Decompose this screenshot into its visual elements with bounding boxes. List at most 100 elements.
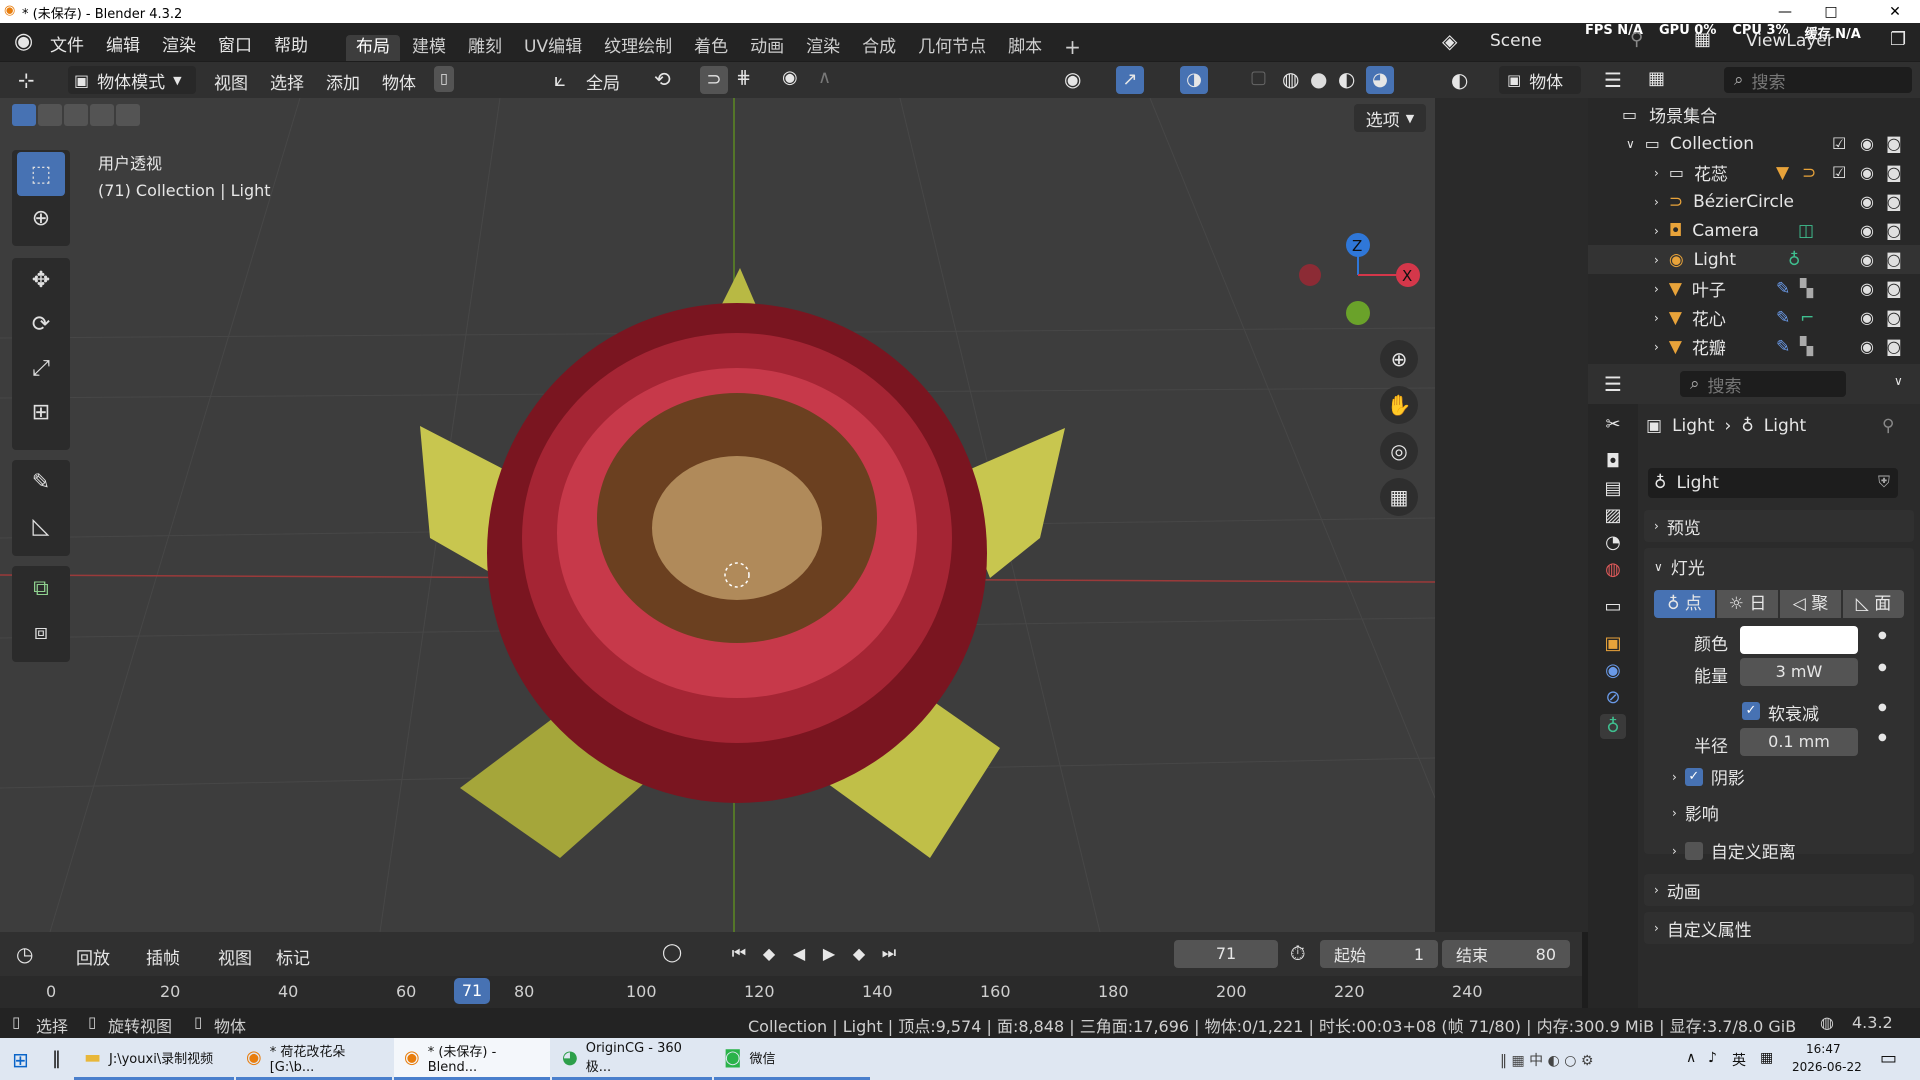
- scale-tool-icon[interactable]: ⤢: [17, 346, 65, 390]
- tab-rendering[interactable]: 渲染: [796, 35, 850, 61]
- camera-render-icon[interactable]: ◙: [1886, 163, 1902, 182]
- add-cube-tool-icon[interactable]: ⧉: [17, 566, 65, 610]
- ortho-grid-icon[interactable]: ▦: [1380, 478, 1418, 516]
- taskbar-app-explorer[interactable]: ▬ J:\youxi\录制视频: [74, 1038, 234, 1080]
- camera-render-icon[interactable]: ◙: [1886, 337, 1902, 356]
- eye-icon[interactable]: ◉: [1860, 163, 1874, 182]
- select-box-tool-icon[interactable]: ⬚: [17, 152, 65, 196]
- tab-sculpting[interactable]: 雕刻: [458, 35, 512, 61]
- chevron-right-icon[interactable]: ›: [1654, 195, 1659, 209]
- tab-texture-paint[interactable]: 纹理绘制: [594, 35, 682, 61]
- outliner-icon[interactable]: ☰: [1604, 68, 1622, 92]
- outliner-item-huaban[interactable]: › ▼ 花瓣 ✎ ▚ ◉ ◙: [1588, 332, 1920, 361]
- tab-geometry-nodes[interactable]: 几何节点: [908, 35, 996, 61]
- camera-view-icon[interactable]: ◎: [1380, 432, 1418, 470]
- checkbox-icon[interactable]: ☑: [1832, 163, 1846, 182]
- custom-distance-subpanel[interactable]: › 自定义距离: [1672, 838, 1796, 863]
- render-tab-icon[interactable]: ◘: [1606, 451, 1620, 472]
- pin-icon[interactable]: ⚲: [1882, 416, 1894, 436]
- menu-help[interactable]: 帮助: [274, 31, 308, 56]
- menu-object[interactable]: 物体: [382, 69, 416, 94]
- outliner-item-yezi[interactable]: › ▼ 叶子 ✎ ▚ ◉ ◙: [1588, 274, 1920, 303]
- gizmo-y[interactable]: [1346, 301, 1370, 325]
- wireframe-shading-icon[interactable]: ◍: [1282, 67, 1299, 91]
- display-mode-icon[interactable]: ▦: [1648, 68, 1665, 89]
- 3d-viewport[interactable]: ⊹ ▣ 物体模式 ▼ 视图 选择 添加 物体 ▯ ⟀ 全局 ⟲ ⊃ ⋕ ◉ ∧ …: [0, 62, 1435, 932]
- microphone-icon[interactable]: ♪: [1708, 1050, 1717, 1066]
- new-viewlayer-icon[interactable]: ❐: [1890, 29, 1906, 50]
- ime-toolbar-icon[interactable]: ‖ ▦ 中 ◐ ○ ⚙: [1500, 1050, 1593, 1070]
- object-dropdown[interactable]: ▣ 物体: [1499, 66, 1581, 94]
- menu-select[interactable]: 选择: [270, 69, 304, 94]
- visibility-icon[interactable]: ◉: [1064, 67, 1081, 91]
- transform-tool-icon[interactable]: ⊞: [17, 390, 65, 434]
- clock-date[interactable]: 2026-06-22: [1792, 1060, 1862, 1074]
- taskbar-app-wechat[interactable]: ◙ 微信: [714, 1038, 870, 1080]
- scene-icon[interactable]: ◈: [1442, 29, 1457, 53]
- chevron-right-icon[interactable]: ›: [1654, 340, 1659, 354]
- eye-icon[interactable]: ◉: [1860, 221, 1874, 240]
- task-view-icon[interactable]: ‖: [52, 1048, 61, 1069]
- keying-menu[interactable]: 插帧: [146, 944, 180, 969]
- editor-type-icon[interactable]: ⊹: [18, 68, 35, 92]
- properties-icon[interactable]: ☰: [1604, 372, 1622, 396]
- zoom-icon[interactable]: ⊕: [1380, 340, 1418, 378]
- play-icon[interactable]: ▶: [816, 940, 842, 966]
- custom-props-panel-header[interactable]: › 自定义属性: [1644, 912, 1914, 944]
- xray-icon[interactable]: ▢: [1250, 67, 1267, 88]
- scene-collection-row[interactable]: ▭ 场景集合: [1588, 100, 1920, 129]
- timeline-view-menu[interactable]: 视图: [218, 944, 252, 969]
- tab-uv-editing[interactable]: UV编辑: [514, 35, 592, 61]
- timeline-editor-icon[interactable]: ◷: [16, 942, 33, 966]
- annotate-tool-icon[interactable]: ✎: [17, 460, 65, 504]
- menu-view[interactable]: 视图: [214, 69, 248, 94]
- menu-add[interactable]: 添加: [326, 69, 360, 94]
- chevron-right-icon[interactable]: ›: [1654, 311, 1659, 325]
- camera-render-icon[interactable]: ◙: [1886, 308, 1902, 327]
- shadow-subpanel[interactable]: › ✓ 阴影: [1672, 764, 1745, 789]
- radius-field[interactable]: 0.1 mm: [1740, 728, 1858, 756]
- outliner-item-beziercircle[interactable]: › ⊃ BézierCircle ◉ ◙: [1588, 187, 1920, 216]
- marker-menu[interactable]: 标记: [276, 944, 310, 969]
- chevron-right-icon[interactable]: ›: [1654, 224, 1659, 238]
- collection-row[interactable]: ∨ ▭ Collection ☑ ◉ ◙: [1588, 129, 1920, 158]
- chevron-right-icon[interactable]: ›: [1654, 166, 1659, 180]
- eye-icon[interactable]: ◉: [1860, 337, 1874, 356]
- light-type-spot[interactable]: ◁ 聚: [1780, 590, 1841, 618]
- editor-type-icon[interactable]: ◐: [1451, 68, 1468, 92]
- physics-tab-icon[interactable]: ◉: [1605, 660, 1621, 681]
- menu-file[interactable]: 文件: [50, 31, 84, 56]
- jump-start-icon[interactable]: ⏮: [726, 940, 752, 966]
- start-frame-field[interactable]: 起始 1: [1320, 940, 1438, 968]
- eye-icon[interactable]: ◉: [1860, 308, 1874, 327]
- outliner-item-huarui[interactable]: › ▭ 花蕊 ▼ ⊃ ☑ ◉ ◙: [1588, 158, 1920, 187]
- input-language[interactable]: 英: [1732, 1050, 1746, 1070]
- chevron-right-icon[interactable]: ›: [1654, 282, 1659, 296]
- end-frame-field[interactable]: 结束 80: [1442, 940, 1570, 968]
- power-field[interactable]: 3 mW: [1740, 658, 1858, 686]
- maximize-button[interactable]: □: [1808, 0, 1854, 23]
- gizmo-toggle-icon[interactable]: ↗: [1116, 66, 1144, 94]
- menu-edit[interactable]: 编辑: [106, 31, 140, 56]
- keyframe-dot-icon[interactable]: ●: [1878, 630, 1887, 641]
- taskbar-app-browser[interactable]: ◕ OriginCG - 360极...: [552, 1038, 712, 1080]
- outliner-item-light[interactable]: › ◉ Light ♁ ◉ ◙: [1588, 245, 1920, 274]
- camera-render-icon[interactable]: ◙: [1886, 134, 1902, 153]
- mouse-icon[interactable]: ▯: [434, 66, 454, 92]
- menu-render[interactable]: 渲染: [162, 31, 196, 56]
- tool-tab-icon[interactable]: ✂: [1605, 414, 1620, 435]
- stopwatch-icon[interactable]: ⏱: [1290, 941, 1306, 965]
- add-workspace-button[interactable]: +: [1054, 35, 1091, 61]
- chevron-down-icon[interactable]: ∨: [1894, 374, 1903, 388]
- camera-render-icon[interactable]: ◙: [1886, 192, 1902, 211]
- solid-shading-icon[interactable]: ●: [1310, 67, 1327, 91]
- tab-shading[interactable]: 着色: [684, 35, 738, 61]
- windows-start-icon[interactable]: ⊞: [12, 1048, 29, 1072]
- tab-modeling[interactable]: 建模: [402, 35, 456, 61]
- taskbar-app-blender-2[interactable]: ◉ * (未保存) - Blend...: [394, 1038, 550, 1080]
- light-type-point[interactable]: ♁ 点: [1654, 590, 1715, 618]
- extrude-tool-icon[interactable]: ⧈: [17, 610, 65, 654]
- tab-layout[interactable]: 布局: [346, 35, 400, 61]
- pan-hand-icon[interactable]: ✋: [1380, 386, 1418, 424]
- object-tab-icon[interactable]: ▣: [1604, 633, 1621, 654]
